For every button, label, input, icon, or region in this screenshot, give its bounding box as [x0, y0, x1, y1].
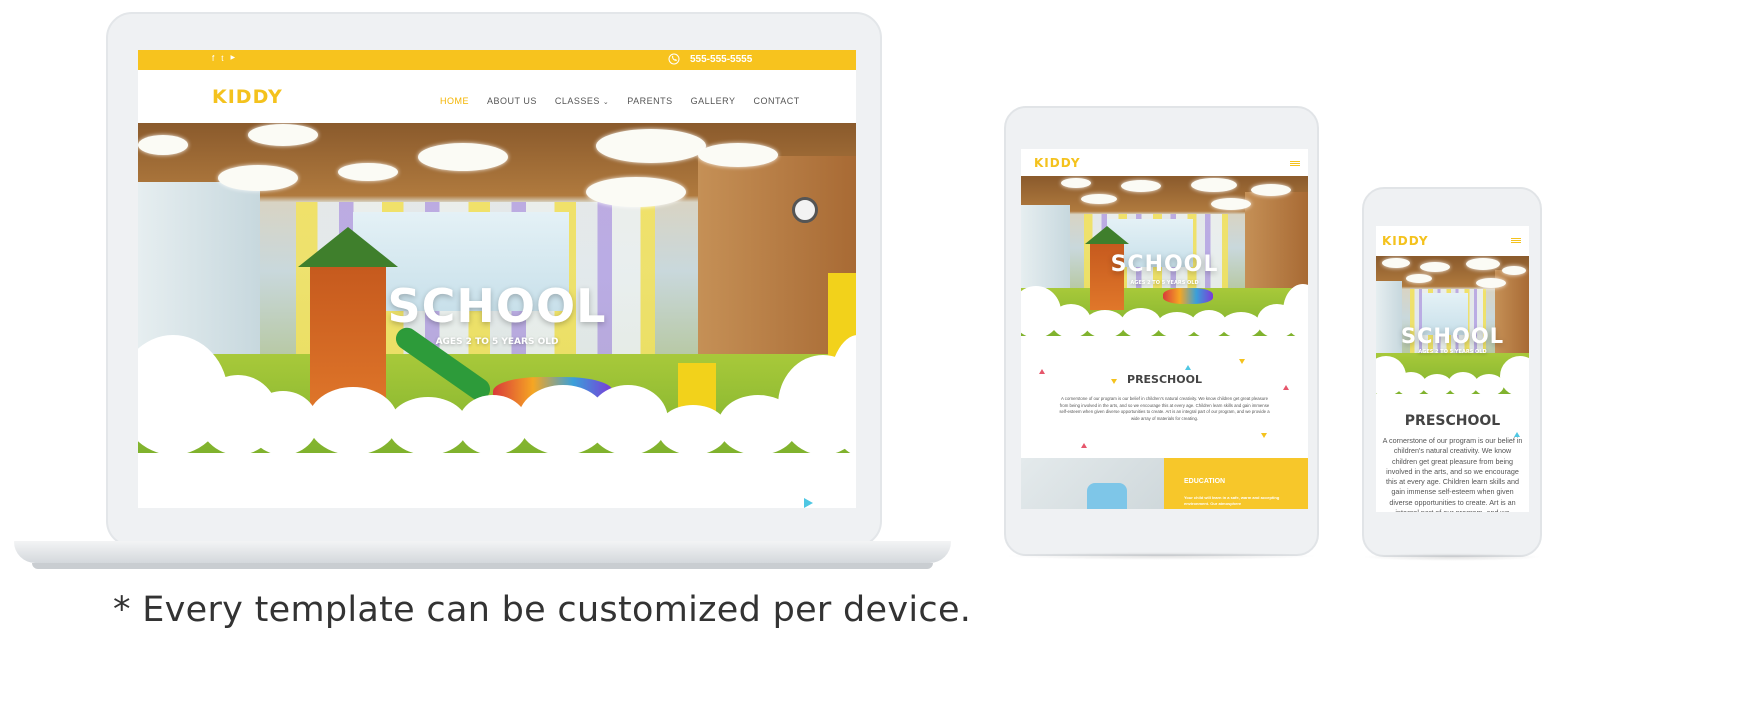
nav-classes-label: CLASSES — [554, 96, 600, 106]
chevron-down-icon: ⌄ — [602, 99, 610, 106]
laptop-base — [14, 541, 951, 569]
tablet-preview: KIDDY SCHOOL AGES 2 TO 5 YEARS OLD PRESC… — [1021, 149, 1308, 509]
mobile-preview: KIDDY SCHOOL AGES 2 TO 5 YEARS OLD PRESC… — [1376, 226, 1529, 512]
nav-parents[interactable]: PARENTS — [627, 96, 672, 106]
mobile-hero-title: SCHOOL — [1400, 324, 1505, 348]
hero-subtitle: AGES 2 TO 5 YEARS OLD — [435, 337, 559, 347]
caption: * Every template can be customized per d… — [113, 590, 972, 630]
tablet-section-title: PRESCHOOL — [1127, 373, 1202, 386]
nav-contact[interactable]: CONTACT — [753, 96, 799, 106]
menu-icon[interactable] — [1290, 161, 1300, 166]
cup-image — [1087, 483, 1127, 509]
nav-menu: HOME ABOUT US CLASSES ⌄ PARENTS GALLERY … — [440, 96, 800, 106]
top-bar: f t ▶ 555-555-5555 — [138, 50, 856, 70]
desktop-preview: f t ▶ 555-555-5555 KIDDY HOME ABOUT US C… — [138, 50, 856, 508]
tablet-hero-image: SCHOOL AGES 2 TO 5 YEARS OLD — [1021, 176, 1308, 336]
tablet-hero-subtitle: AGES 2 TO 5 YEARS OLD — [1130, 280, 1199, 286]
main-navbar: KIDDY HOME ABOUT US CLASSES ⌄ PARENTS GA… — [138, 70, 856, 123]
logo[interactable]: KIDDY — [212, 86, 283, 108]
mobile-logo[interactable]: KIDDY — [1382, 234, 1429, 248]
youtube-icon[interactable]: ▶ — [230, 54, 235, 63]
phone-icon — [668, 53, 680, 65]
education-title: EDUCATION — [1184, 478, 1226, 485]
mobile-hero-subtitle: AGES 2 TO 5 YEARS OLD — [1418, 349, 1487, 355]
nav-home[interactable]: HOME — [440, 96, 469, 106]
social-links: f t ▶ — [212, 54, 235, 63]
mobile-menu-icon[interactable] — [1511, 238, 1521, 243]
tablet-section-body: A cornerstone of our program is our beli… — [1059, 396, 1270, 421]
hero-title: SCHOOL — [387, 279, 607, 333]
hero-image: SCHOOL AGES 2 TO 5 YEARS OLD — [138, 123, 856, 453]
nav-classes[interactable]: CLASSES ⌄ — [555, 96, 609, 106]
tablet-logo[interactable]: KIDDY — [1034, 156, 1081, 170]
phone-contact[interactable]: 555-555-5555 — [668, 53, 752, 65]
education-box: EDUCATION Your child will learn in a saf… — [1164, 458, 1308, 509]
tablet-hero-title: SCHOOL — [1110, 252, 1219, 277]
play-icon — [804, 498, 813, 508]
mobile-section-body: A cornerstone of our program is our beli… — [1382, 436, 1523, 512]
phone-number: 555-555-5555 — [690, 53, 753, 65]
nav-about[interactable]: ABOUT US — [487, 96, 537, 106]
mobile-section-title: PRESCHOOL — [1404, 413, 1501, 429]
nav-gallery[interactable]: GALLERY — [691, 96, 736, 106]
twitter-icon[interactable]: t — [221, 54, 223, 63]
education-body: Your child will learn in a safe, warm an… — [1184, 495, 1280, 506]
facebook-icon[interactable]: f — [212, 54, 214, 63]
mobile-hero-image: SCHOOL AGES 2 TO 5 YEARS OLD — [1376, 256, 1529, 394]
